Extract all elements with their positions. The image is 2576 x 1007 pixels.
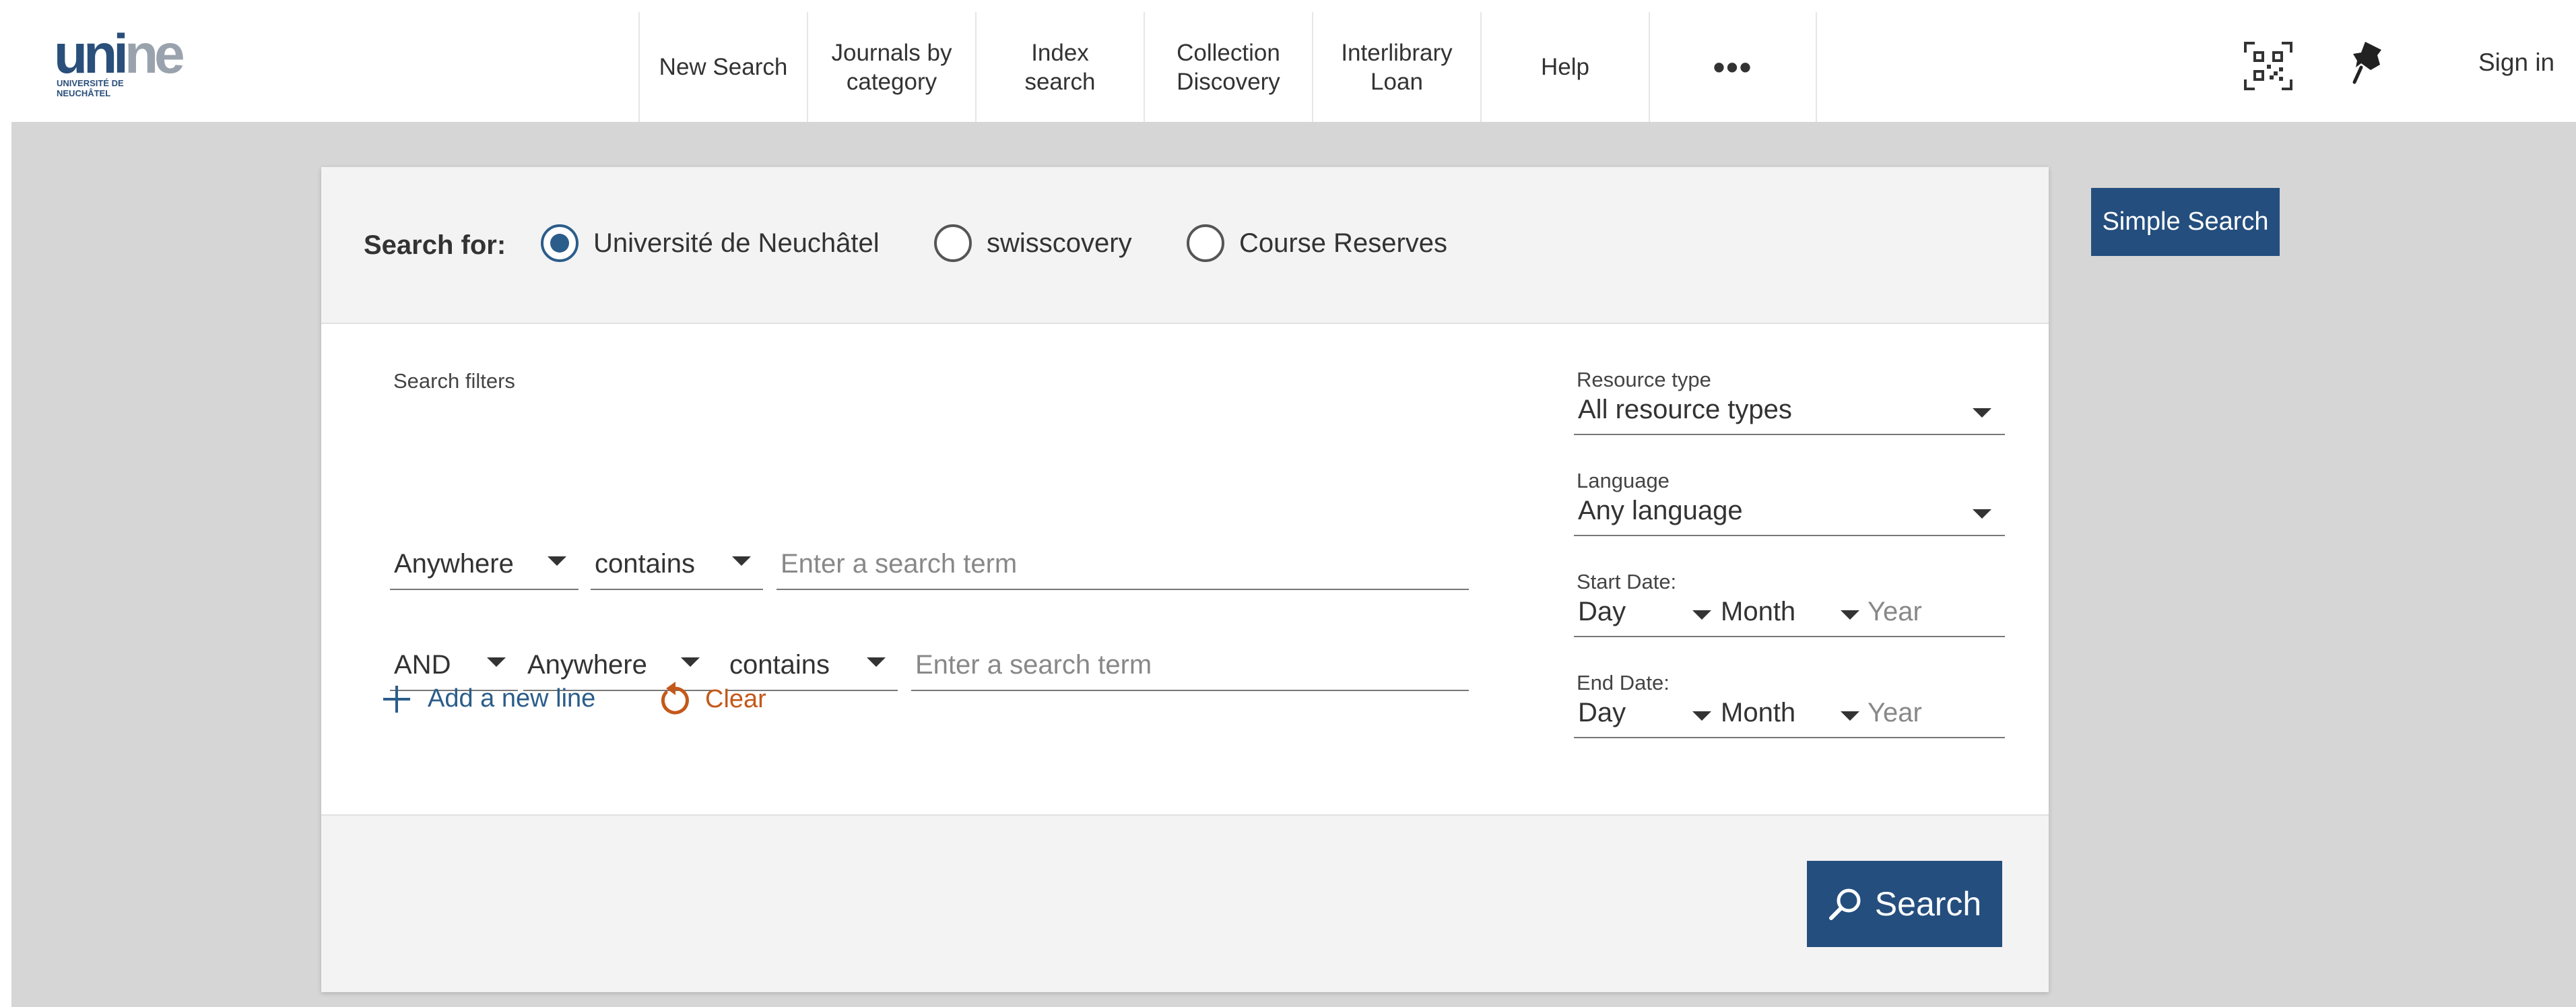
caret-down-icon	[867, 657, 886, 667]
start-date-label: Start Date:	[1577, 570, 1677, 593]
logo-word-a: uni	[54, 24, 129, 85]
caret-down-icon	[1692, 610, 1711, 620]
search-term-input-row1[interactable]: Enter a search term	[777, 536, 1469, 590]
caret-down-icon	[548, 556, 566, 566]
search-term-input-row2[interactable]: Enter a search term	[911, 637, 1469, 691]
end-year-input[interactable]: Year	[1868, 698, 1922, 728]
pin-icon[interactable]	[2352, 40, 2387, 86]
radio-unchecked-icon	[1187, 224, 1224, 262]
simple-search-button[interactable]: Simple Search	[2091, 188, 2280, 256]
nav-help[interactable]: Help	[1480, 12, 1649, 122]
plus-icon	[383, 685, 410, 713]
clear-button[interactable]: Clear	[658, 680, 766, 718]
logo-subtitle: UNIVERSITÉ DE NEUCHÂTEL	[57, 78, 124, 98]
start-day-select[interactable]: Day	[1578, 597, 1626, 627]
logo-word-b: ne	[124, 24, 185, 85]
search-button[interactable]: Search	[1807, 861, 2002, 947]
start-date-fields: Day Month Year	[1574, 597, 2005, 637]
nav-more-menu[interactable]: •••	[1649, 12, 1817, 122]
end-day-select[interactable]: Day	[1578, 698, 1626, 728]
nav-journals-by-category[interactable]: Journals by category	[807, 12, 975, 122]
search-icon	[1828, 888, 1861, 920]
start-year-input[interactable]: Year	[1868, 597, 1922, 627]
scope-radio-unine[interactable]: Université de Neuchâtel	[541, 224, 880, 262]
boolean-select-row2[interactable]: AND	[390, 637, 518, 691]
main-nav: New Search Journals by category Index se…	[638, 12, 1817, 122]
nav-collection-discovery[interactable]: Collection Discovery	[1144, 12, 1312, 122]
language-label: Language	[1577, 469, 1670, 492]
radio-checked-icon	[541, 224, 579, 262]
caret-down-icon	[1973, 509, 1991, 519]
language-select[interactable]: Any language	[1574, 496, 2005, 536]
resource-type-label: Resource type	[1577, 368, 1711, 391]
add-new-line-button[interactable]: Add a new line	[383, 684, 595, 713]
caret-down-icon	[681, 657, 700, 667]
sign-in-link[interactable]: Sign in	[2478, 48, 2554, 77]
qr-code-icon[interactable]	[2244, 42, 2292, 90]
caret-down-icon	[487, 657, 506, 667]
nav-index-search[interactable]: Index search	[975, 12, 1144, 122]
top-header: unine UNIVERSITÉ DE NEUCHÂTEL New Search…	[0, 0, 2576, 122]
caret-down-icon	[1841, 711, 1859, 721]
caret-down-icon	[1841, 610, 1859, 620]
more-dots-icon: •••	[1713, 48, 1753, 86]
field-select-row1[interactable]: Anywhere	[390, 536, 579, 590]
scope-radio-swisscovery[interactable]: swisscovery	[934, 224, 1132, 262]
scope-radio-course-reserves[interactable]: Course Reserves	[1187, 224, 1447, 262]
radio-unchecked-icon	[934, 224, 972, 262]
search-for-label: Search for:	[364, 230, 506, 260]
advanced-search-panel: Search for: Université de Neuchâtel swis…	[321, 167, 2049, 992]
search-scope-bar: Search for: Université de Neuchâtel swis…	[321, 167, 2049, 324]
caret-down-icon	[1973, 408, 1991, 418]
nav-new-search[interactable]: New Search	[638, 12, 807, 122]
reset-icon	[661, 682, 689, 715]
start-month-select[interactable]: Month	[1721, 597, 1795, 627]
caret-down-icon	[1692, 711, 1711, 721]
caret-down-icon	[732, 556, 751, 566]
end-month-select[interactable]: Month	[1721, 698, 1795, 728]
nav-interlibrary-loan[interactable]: Interlibrary Loan	[1312, 12, 1480, 122]
action-bar	[321, 814, 2049, 992]
unine-logo[interactable]: unine UNIVERSITÉ DE NEUCHÂTEL	[54, 24, 185, 101]
search-filters-title: Search filters	[393, 369, 515, 393]
resource-type-select[interactable]: All resource types	[1574, 395, 2005, 435]
end-date-fields: Day Month Year	[1574, 698, 2005, 738]
operator-select-row1[interactable]: contains	[591, 536, 763, 590]
end-date-label: End Date:	[1577, 671, 1670, 694]
